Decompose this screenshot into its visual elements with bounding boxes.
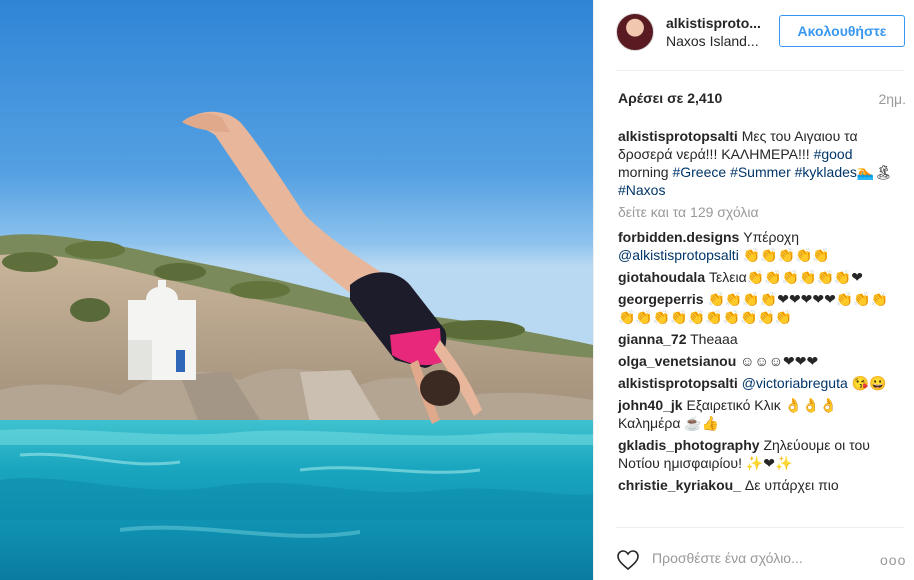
comments-list: alkistisprotopsalti Μες του Αιγαιου τα δ… [618, 127, 894, 498]
comment-item: gkladis_photography Ζηλεύουμε οι του Νοτ… [618, 436, 894, 472]
follow-button[interactable]: Ακολουθήστε [779, 15, 905, 47]
comment-item: alkistisprotopsalti @victoriabreguta 😘😀 [618, 374, 894, 392]
comment-username[interactable]: christie_kyriakou_ [618, 477, 741, 493]
comment-text: 😘😀 [847, 375, 887, 391]
comment-username[interactable]: alkistisprotopsalti [618, 375, 738, 391]
heart-icon[interactable] [616, 549, 640, 571]
comment-username[interactable]: gkladis_photography [618, 437, 760, 453]
post-footer: Προσθέστε ένα σχόλιο... ooo [594, 528, 914, 580]
caption: alkistisprotopsalti Μες του Αιγαιου τα δ… [618, 127, 894, 199]
comment-item: georgeperris 👏👏👏👏❤❤❤❤❤👏👏👏👏👏👏👏👏👏👏👏👏👏 [618, 290, 894, 326]
comment-text: Υπέροχη [739, 229, 799, 245]
comment-mention[interactable]: @alkistisprotopsalti [618, 247, 739, 263]
likes-row: Αρέσει σε 2,410 2ημ. [618, 90, 906, 110]
comment-item: gianna_72 Theaaa [618, 330, 894, 348]
comment-username[interactable]: giotahoudala [618, 269, 705, 285]
comment-username[interactable]: john40_jk [618, 397, 683, 413]
comment-username[interactable]: georgeperris [618, 291, 704, 307]
diving-photo-illustration [0, 111, 593, 580]
post-location[interactable]: Naxos Island... [666, 33, 766, 49]
comment-text: Δε υπάρχει πιο [740, 477, 839, 493]
comment-username[interactable]: olga_venetsianou [618, 353, 736, 369]
add-comment-input[interactable]: Προσθέστε ένα σχόλιο... [652, 550, 803, 566]
comment-item: john40_jk Εξαιρετικό Κλικ 👌👌👌Καλημέρα ☕👍 [618, 396, 894, 432]
hashtag[interactable]: #Greece [672, 164, 726, 180]
caption-text: morning [618, 164, 673, 180]
comment-item: forbidden.designs Υπέροχη @alkistisproto… [618, 228, 894, 264]
comment-text: 👏👏👏👏👏 [738, 247, 830, 263]
comment-mention[interactable]: @victoriabreguta [742, 375, 848, 391]
comment-text: ☺☺☺❤❤❤ [736, 353, 819, 369]
post-time[interactable]: 2ημ. [878, 91, 906, 107]
comment-username[interactable]: gianna_72 [618, 331, 686, 347]
comment-username[interactable]: forbidden.designs [618, 229, 739, 245]
comment-item: olga_venetsianou ☺☺☺❤❤❤ [618, 352, 894, 370]
avatar[interactable] [616, 13, 654, 51]
more-options-icon[interactable]: ooo [880, 552, 906, 568]
hashtag[interactable]: #Summer [730, 164, 791, 180]
post-photo[interactable] [0, 0, 593, 580]
likes-count[interactable]: Αρέσει σε 2,410 [618, 90, 722, 106]
comment-text: Theaaa [686, 331, 738, 347]
comment-text: Τελεια👏👏👏👏👏👏❤ [705, 269, 864, 285]
hashtag[interactable]: #good [814, 146, 853, 162]
hashtag[interactable]: #kyklades [795, 164, 857, 180]
hashtag[interactable]: #Naxos [618, 182, 665, 198]
view-all-comments-link[interactable]: δείτε και τα 129 σχόλια [618, 203, 894, 221]
post-header: alkistisproto... Naxos Island... Ακολουθ… [594, 0, 914, 62]
post-username[interactable]: alkistisproto... [666, 15, 766, 31]
header-divider [616, 70, 904, 71]
comment-item: giotahoudala Τελεια👏👏👏👏👏👏❤ [618, 268, 894, 286]
caption-username[interactable]: alkistisprotopsalti [618, 128, 738, 144]
post-side-panel: alkistisproto... Naxos Island... Ακολουθ… [593, 0, 914, 580]
comment-item: christie_kyriakou_ Δε υπάρχει πιο [618, 476, 894, 494]
caption-emoji: 🏊🏝 [856, 164, 893, 180]
